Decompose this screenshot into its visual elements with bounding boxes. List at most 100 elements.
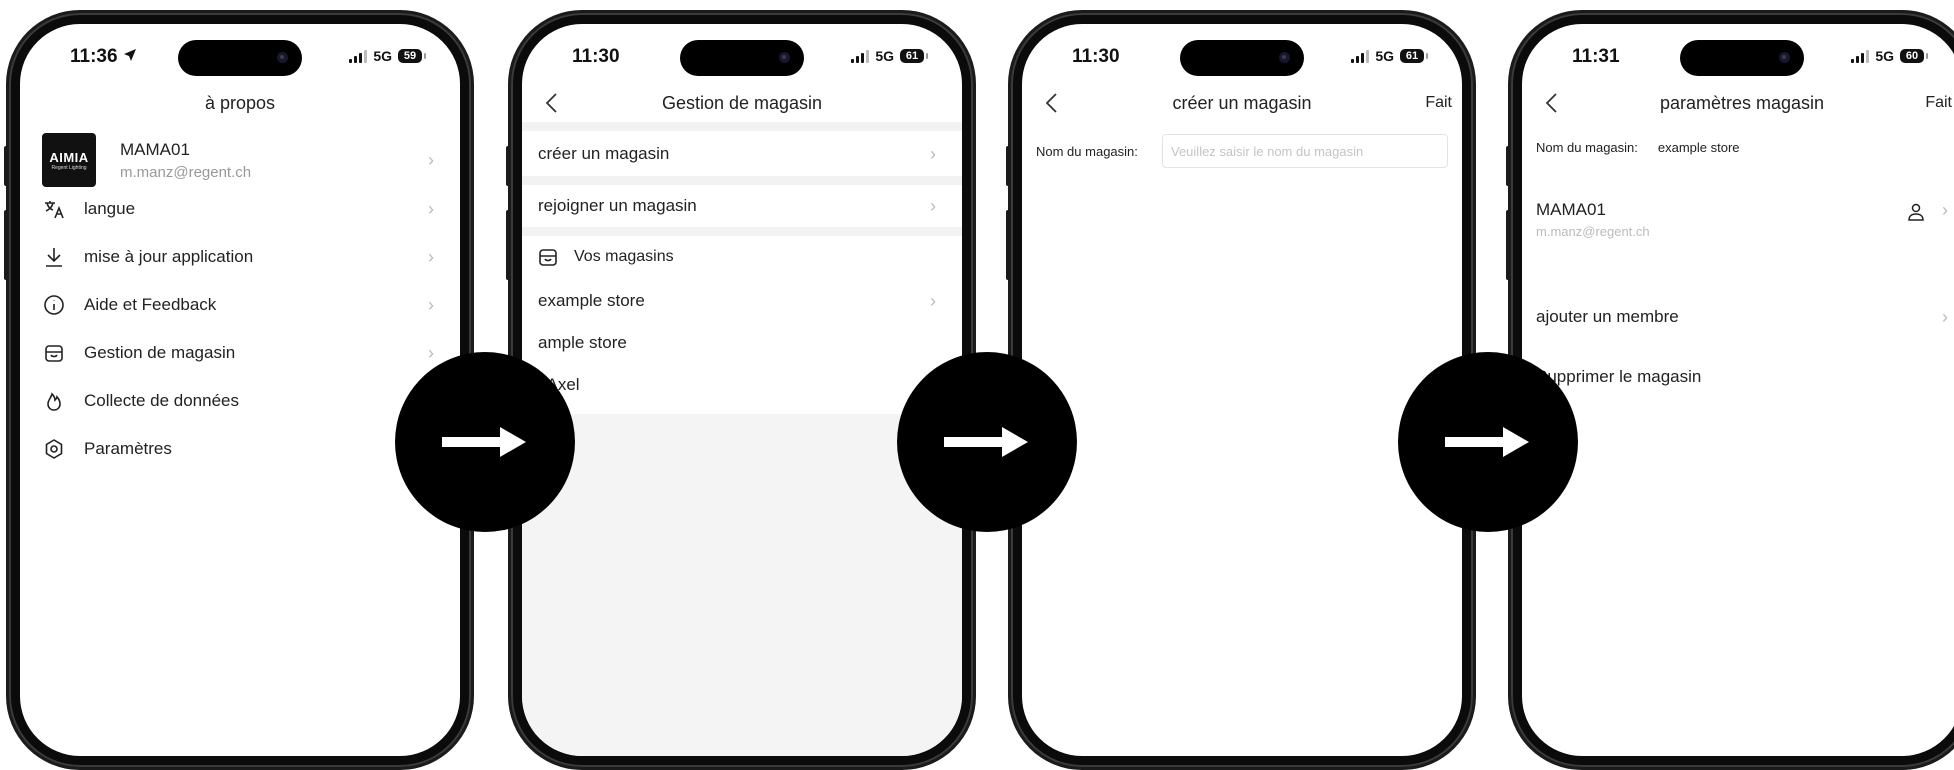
empty-area xyxy=(522,414,962,756)
dynamic-island xyxy=(1680,40,1804,76)
screen: 11:30 5G 61 Gestion de magasin créer un … xyxy=(522,24,962,756)
flame-icon xyxy=(42,389,66,413)
translate-icon xyxy=(42,197,66,221)
battery-icon: 60 xyxy=(1900,49,1924,63)
dynamic-island xyxy=(680,40,804,76)
network-type: 5G xyxy=(373,48,392,64)
chevron-right-icon: › xyxy=(428,294,434,315)
network-type: 5G xyxy=(1375,48,1394,64)
store-list-item[interactable]: example store › xyxy=(522,286,962,316)
signal-icon xyxy=(851,49,870,63)
signal-icon xyxy=(349,49,368,63)
done-button[interactable]: Fait xyxy=(1925,94,1952,112)
divider xyxy=(522,227,962,236)
store-list-item[interactable]: t Axel xyxy=(522,370,962,400)
page-title: Gestion de magasin xyxy=(661,93,823,113)
battery-tip xyxy=(1926,53,1928,59)
battery-tip xyxy=(1426,53,1428,59)
side-button xyxy=(506,210,510,280)
user-admin-icon xyxy=(1906,202,1926,227)
profile-name: MAMA01 xyxy=(120,139,190,159)
menu-item-language[interactable]: langue › xyxy=(20,192,460,226)
status-time: 11:30 xyxy=(1072,46,1120,67)
store-icon xyxy=(536,245,560,269)
chevron-right-icon: › xyxy=(930,143,936,164)
battery-tip xyxy=(424,53,426,59)
store-name-value: example store xyxy=(1657,139,1740,155)
menu-label: langue xyxy=(84,199,136,218)
camera-icon xyxy=(1779,52,1790,63)
menu-label: Aide et Feedback xyxy=(84,295,217,314)
create-store-item[interactable]: créer un magasin › xyxy=(522,134,962,174)
dynamic-island xyxy=(1180,40,1304,76)
menu-label: Gestion de magasin xyxy=(84,343,236,362)
create-store-label: créer un magasin xyxy=(538,144,670,163)
network-type: 5G xyxy=(875,48,894,64)
battery-tip xyxy=(926,53,928,59)
done-button[interactable]: Fait xyxy=(1425,94,1452,112)
chevron-right-icon: › xyxy=(428,342,434,363)
member-row[interactable]: MAMA01 m.manz@regent.ch › xyxy=(1522,200,1954,246)
store-icon xyxy=(42,341,66,365)
join-store-item[interactable]: rejoigner un magasin › xyxy=(522,188,962,224)
status-indicators: 5G 61 xyxy=(851,48,928,64)
divider xyxy=(522,122,962,131)
status-indicators: 5G 59 xyxy=(349,48,426,64)
status-indicators: 5G 61 xyxy=(1351,48,1428,64)
status-time: 11:31 xyxy=(1572,46,1620,67)
arrow-right-icon xyxy=(944,427,1028,457)
delete-store-button[interactable]: Supprimer le magasin xyxy=(1522,362,1954,392)
arrow-right-icon xyxy=(1445,427,1529,457)
your-stores-header: Vos magasins xyxy=(522,242,962,272)
screen: 11:31 5G 60 paramètres magasin Fait Nom … xyxy=(1522,24,1954,756)
flow-arrow xyxy=(1398,352,1578,532)
camera-icon xyxy=(277,52,288,63)
signal-icon xyxy=(1351,49,1370,63)
side-button xyxy=(1006,146,1010,186)
chevron-right-icon: › xyxy=(428,149,434,170)
flow-arrow xyxy=(395,352,575,532)
settings-icon xyxy=(42,437,66,461)
screen: 11:30 5G 61 créer un magasin Fait Nom du… xyxy=(1022,24,1462,756)
store-list-item[interactable]: ample store xyxy=(522,328,962,358)
arrow-right-icon xyxy=(442,427,526,457)
status-time: 11:36 xyxy=(70,46,137,68)
profile-email: m.manz@regent.ch xyxy=(120,163,252,181)
dynamic-island xyxy=(178,40,302,76)
page-title: à propos xyxy=(204,93,276,113)
store-name-input[interactable]: Veuillez saisir le nom du magasin xyxy=(1162,134,1448,168)
chevron-right-icon: › xyxy=(428,246,434,267)
side-button xyxy=(1006,210,1010,280)
status-indicators: 5G 60 xyxy=(1851,48,1928,64)
chevron-right-icon: › xyxy=(930,195,936,216)
screen: 11:36 5G 59 à propos AIMIA Regent Lighti… xyxy=(20,24,460,756)
page-title: paramètres magasin xyxy=(1659,93,1825,113)
menu-item-store-management[interactable]: Gestion de magasin › xyxy=(20,336,460,370)
chevron-right-icon: › xyxy=(1942,200,1948,220)
aimia-logo: AIMIA Regent Lighting xyxy=(42,133,96,187)
menu-item-settings[interactable]: Paramètres › xyxy=(20,432,460,466)
chevron-right-icon: › xyxy=(930,290,936,311)
battery-icon: 61 xyxy=(1400,49,1424,63)
member-email: m.manz@regent.ch xyxy=(1536,224,1650,239)
camera-icon xyxy=(1279,52,1290,63)
menu-label: Collecte de données xyxy=(84,391,240,410)
signal-icon xyxy=(1851,49,1870,63)
location-arrow-icon xyxy=(123,46,137,68)
phone-screen-store-settings: 11:31 5G 60 paramètres magasin Fait Nom … xyxy=(1506,10,1954,770)
side-button xyxy=(506,146,510,186)
profile-row[interactable]: AIMIA Regent Lighting MAMA01 m.manz@rege… xyxy=(20,130,460,190)
phone-screen-store-management: 11:30 5G 61 Gestion de magasin créer un … xyxy=(506,10,976,770)
page-title: créer un magasin xyxy=(1172,93,1312,113)
divider xyxy=(522,176,962,185)
download-icon xyxy=(42,245,66,269)
camera-icon xyxy=(779,52,790,63)
store-name-placeholder: Veuillez saisir le nom du magasin xyxy=(1171,143,1364,159)
menu-item-update[interactable]: mise à jour application › xyxy=(20,240,460,274)
menu-item-data-collection[interactable]: Collecte de données › xyxy=(20,384,460,418)
chevron-right-icon: › xyxy=(428,198,434,219)
battery-icon: 61 xyxy=(900,49,924,63)
add-member-item[interactable]: ajouter un membre › xyxy=(1522,302,1954,332)
side-button xyxy=(4,146,8,186)
menu-item-help[interactable]: Aide et Feedback › xyxy=(20,288,460,322)
